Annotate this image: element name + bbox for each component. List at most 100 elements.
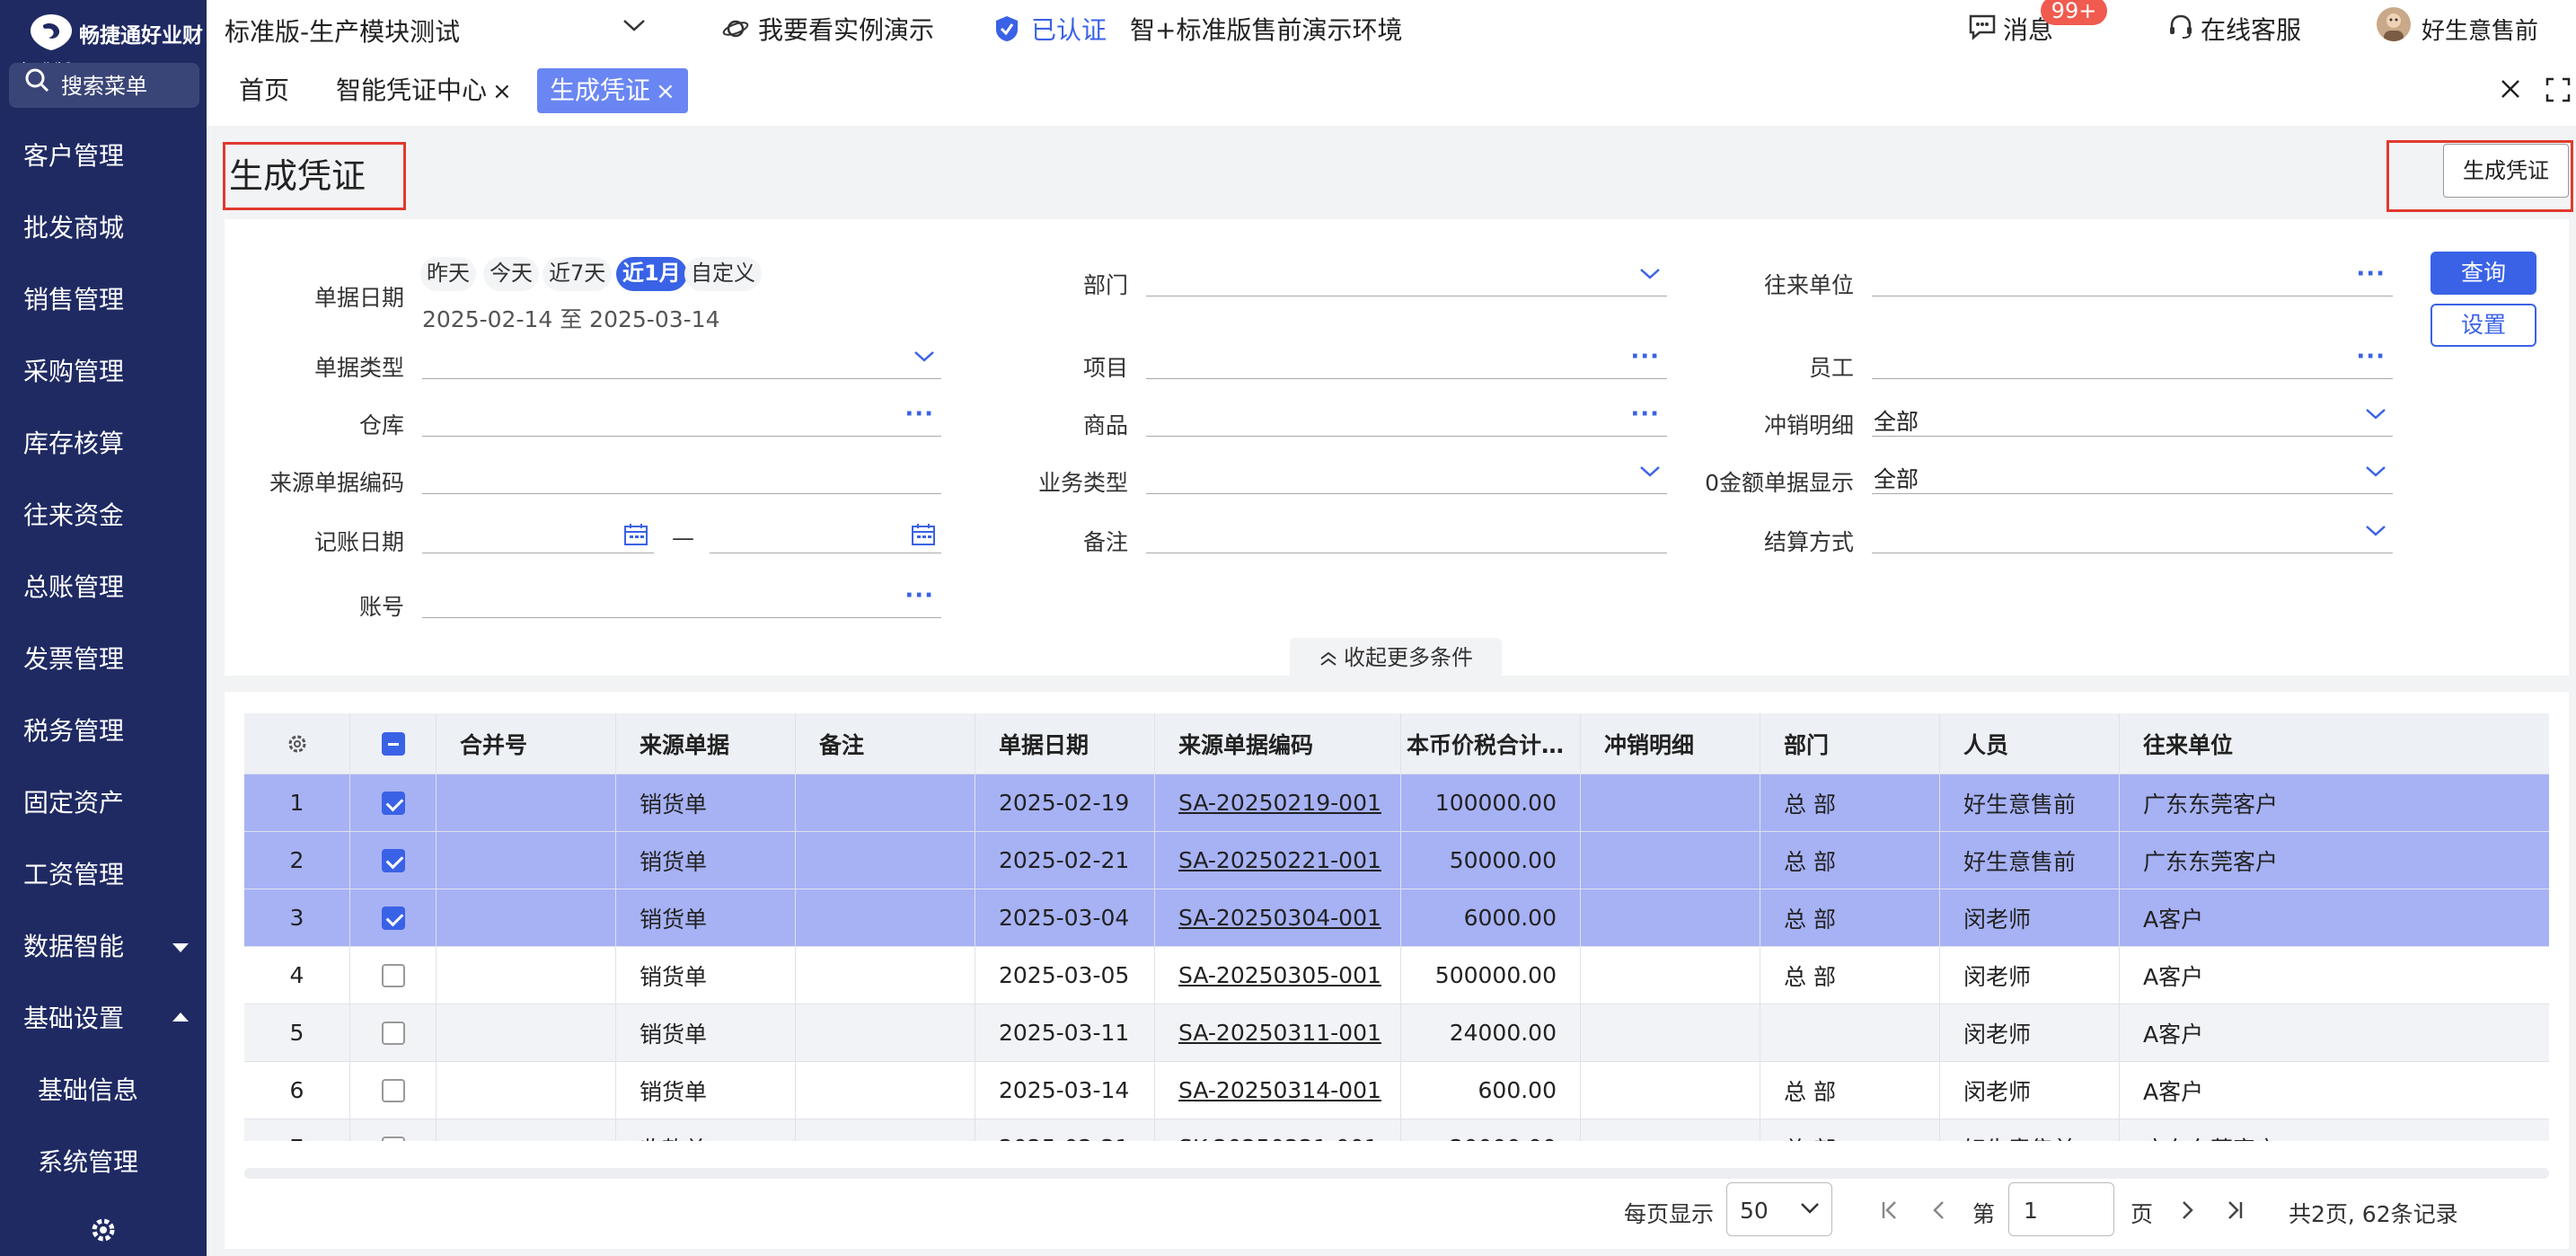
sidebar-item-sales[interactable]: 销售管理 <box>0 273 207 327</box>
account-field[interactable]: ··· <box>422 579 941 618</box>
header-doc-date[interactable]: 单据日期 <box>975 713 1155 774</box>
sidebar-item-customer[interactable]: 客户管理 <box>0 129 207 183</box>
last-page-icon[interactable] <box>2222 1199 2245 1222</box>
first-page-icon[interactable] <box>1879 1199 1902 1222</box>
table-row[interactable]: 4 销货单 2025-03-05 SA-20250305-001 500000.00 总 … <box>244 947 2549 1004</box>
table-row[interactable]: 1 销货单 2025-02-19 SA-20250219-001 100000.00 总 … <box>244 774 2549 832</box>
department-select[interactable] <box>1146 257 1667 296</box>
tab-voucher-center[interactable]: 智能凭证中心 × <box>323 68 525 113</box>
source-code-link[interactable]: SA-20250311-001 <box>1178 1020 1381 1046</box>
employee-field[interactable]: ··· <box>1872 340 2393 379</box>
cell-code[interactable]: SA-20250219-001 <box>1155 774 1401 831</box>
header-person[interactable]: 人员 <box>1940 713 2120 774</box>
select-all-checkbox[interactable] <box>350 713 437 774</box>
chip-today[interactable]: 今天 <box>483 257 539 291</box>
header-remark[interactable]: 备注 <box>796 713 975 774</box>
close-icon[interactable]: × <box>492 78 512 105</box>
chip-1month[interactable]: 近1月 <box>616 257 687 291</box>
row-checkbox[interactable] <box>350 1062 437 1119</box>
sidebar-item-settings[interactable]: 基础设置 <box>0 992 207 1046</box>
row-checkbox[interactable] <box>350 774 437 831</box>
table-row[interactable]: 3 销货单 2025-03-04 SA-20250304-001 6000.00 总 部闵… <box>244 889 2549 947</box>
cell-code[interactable]: SK-20250221-001 <box>1155 1119 1401 1141</box>
more-icon[interactable]: ··· <box>904 582 934 609</box>
source-code-link[interactable]: SK-20250221-001 <box>1178 1135 1379 1141</box>
source-code-link[interactable]: SA-20250221-001 <box>1178 847 1381 873</box>
doc-type-select[interactable] <box>422 340 941 379</box>
row-checkbox[interactable] <box>350 947 437 1004</box>
row-checkbox[interactable] <box>350 1119 437 1141</box>
row-checkbox[interactable] <box>350 832 437 889</box>
offset-detail-select[interactable]: 全部 <box>1872 397 2393 437</box>
sidebar-item-invoice[interactable]: 发票管理 <box>0 632 207 686</box>
header-source-doc[interactable]: 来源单据 <box>616 713 796 774</box>
environment-select[interactable]: 标准版-生产模块测试 <box>217 5 657 50</box>
more-icon[interactable]: ··· <box>1630 401 1660 428</box>
cell-code[interactable]: SA-20250221-001 <box>1155 832 1401 889</box>
gear-icon[interactable] <box>88 1215 119 1245</box>
sidebar-item-assets[interactable]: 固定资产 <box>0 776 207 830</box>
close-icon[interactable]: × <box>656 78 675 105</box>
sidebar-item-basic-info[interactable]: 基础信息 <box>0 1064 207 1118</box>
source-code-link[interactable]: SA-20250305-001 <box>1178 962 1381 988</box>
header-source-code[interactable]: 来源单据编码 <box>1155 713 1401 774</box>
source-code-link[interactable]: SA-20250219-001 <box>1178 790 1381 816</box>
header-department[interactable]: 部门 <box>1760 713 1940 774</box>
sidebar-item-payroll[interactable]: 工资管理 <box>0 848 207 902</box>
zero-display-select[interactable]: 全部 <box>1872 455 2393 494</box>
project-field[interactable]: ··· <box>1146 340 1667 379</box>
source-code-link[interactable]: SA-20250304-001 <box>1178 905 1381 931</box>
fullscreen-icon[interactable] <box>2545 77 2571 102</box>
chip-7days[interactable]: 近7天 <box>543 257 613 291</box>
post-date-start[interactable] <box>422 514 654 553</box>
table-row[interactable]: 2 销货单 2025-02-21 SA-20250221-001 50000.00 总 部… <box>244 832 2549 889</box>
warehouse-field[interactable]: ··· <box>422 397 941 437</box>
generate-voucher-button[interactable]: 生成凭证 <box>2443 144 2569 198</box>
collapse-conditions-button[interactable]: 收起更多条件 <box>1290 638 1502 677</box>
cell-code[interactable]: SA-20250304-001 <box>1155 889 1401 946</box>
prev-page-icon[interactable] <box>1928 1199 1951 1222</box>
user-name[interactable]: 好生意售前 <box>2422 13 2538 46</box>
avatar[interactable] <box>2377 7 2411 41</box>
settings-button[interactable]: 设置 <box>2430 304 2536 347</box>
demo-link[interactable]: 我要看实例演示 <box>758 11 934 47</box>
chip-yesterday[interactable]: 昨天 <box>420 257 476 291</box>
row-checkbox[interactable] <box>350 1004 437 1061</box>
table-row[interactable]: 7 收款单 2025-02-21 SK-20250221-001 20000.00 总 部… <box>244 1119 2549 1141</box>
tab-home[interactable]: 首页 <box>226 68 302 113</box>
sidebar-item-tax[interactable]: 税务管理 <box>0 704 207 758</box>
header-offset-detail[interactable]: 冲销明细 <box>1581 713 1760 774</box>
partner-field[interactable]: ··· <box>1872 257 2393 296</box>
page-number-input[interactable]: 1 <box>2008 1182 2114 1236</box>
sidebar-item-ledger[interactable]: 总账管理 <box>0 561 207 615</box>
chip-custom[interactable]: 自定义 <box>684 257 762 291</box>
query-button[interactable]: 查询 <box>2430 252 2536 295</box>
sidebar-item-inventory[interactable]: 库存核算 <box>0 417 207 471</box>
source-code-link[interactable]: SA-20250314-001 <box>1178 1077 1381 1103</box>
goods-field[interactable]: ··· <box>1146 397 1667 437</box>
cell-code[interactable]: SA-20250311-001 <box>1155 1004 1401 1061</box>
tab-generate-voucher[interactable]: 生成凭证 × <box>537 68 688 113</box>
online-service-link[interactable]: 在线客服 <box>2201 11 2301 47</box>
remark-input[interactable] <box>1146 514 1667 553</box>
cell-code[interactable]: SA-20250305-001 <box>1155 947 1401 1004</box>
sidebar-item-data[interactable]: 数据智能 <box>0 920 207 974</box>
more-icon[interactable]: ··· <box>2356 343 2386 370</box>
next-page-icon[interactable] <box>2175 1199 2199 1222</box>
source-code-input[interactable] <box>422 455 941 494</box>
table-row[interactable]: 5 销货单 2025-03-11 SA-20250311-001 24000.00 闵老师… <box>244 1004 2549 1062</box>
header-partner[interactable]: 往来单位 <box>2120 713 2549 774</box>
row-checkbox[interactable] <box>350 889 437 946</box>
more-icon[interactable]: ··· <box>2356 261 2386 287</box>
more-icon[interactable]: ··· <box>1630 343 1660 370</box>
column-settings[interactable] <box>244 713 350 774</box>
sidebar-item-system[interactable]: 系统管理 <box>0 1136 207 1190</box>
menu-search[interactable]: 搜索菜单 <box>9 63 199 108</box>
table-row[interactable]: 6 销货单 2025-03-14 SA-20250314-001 600.00 总 部闵老… <box>244 1062 2549 1119</box>
settle-select[interactable] <box>1872 514 2393 553</box>
header-merge-no[interactable]: 合并号 <box>437 713 616 774</box>
close-all-icon[interactable] <box>2499 77 2522 101</box>
header-amount[interactable]: 本币价税合计… <box>1401 713 1581 774</box>
sidebar-item-purchase[interactable]: 采购管理 <box>0 345 207 399</box>
cell-code[interactable]: SA-20250314-001 <box>1155 1062 1401 1119</box>
